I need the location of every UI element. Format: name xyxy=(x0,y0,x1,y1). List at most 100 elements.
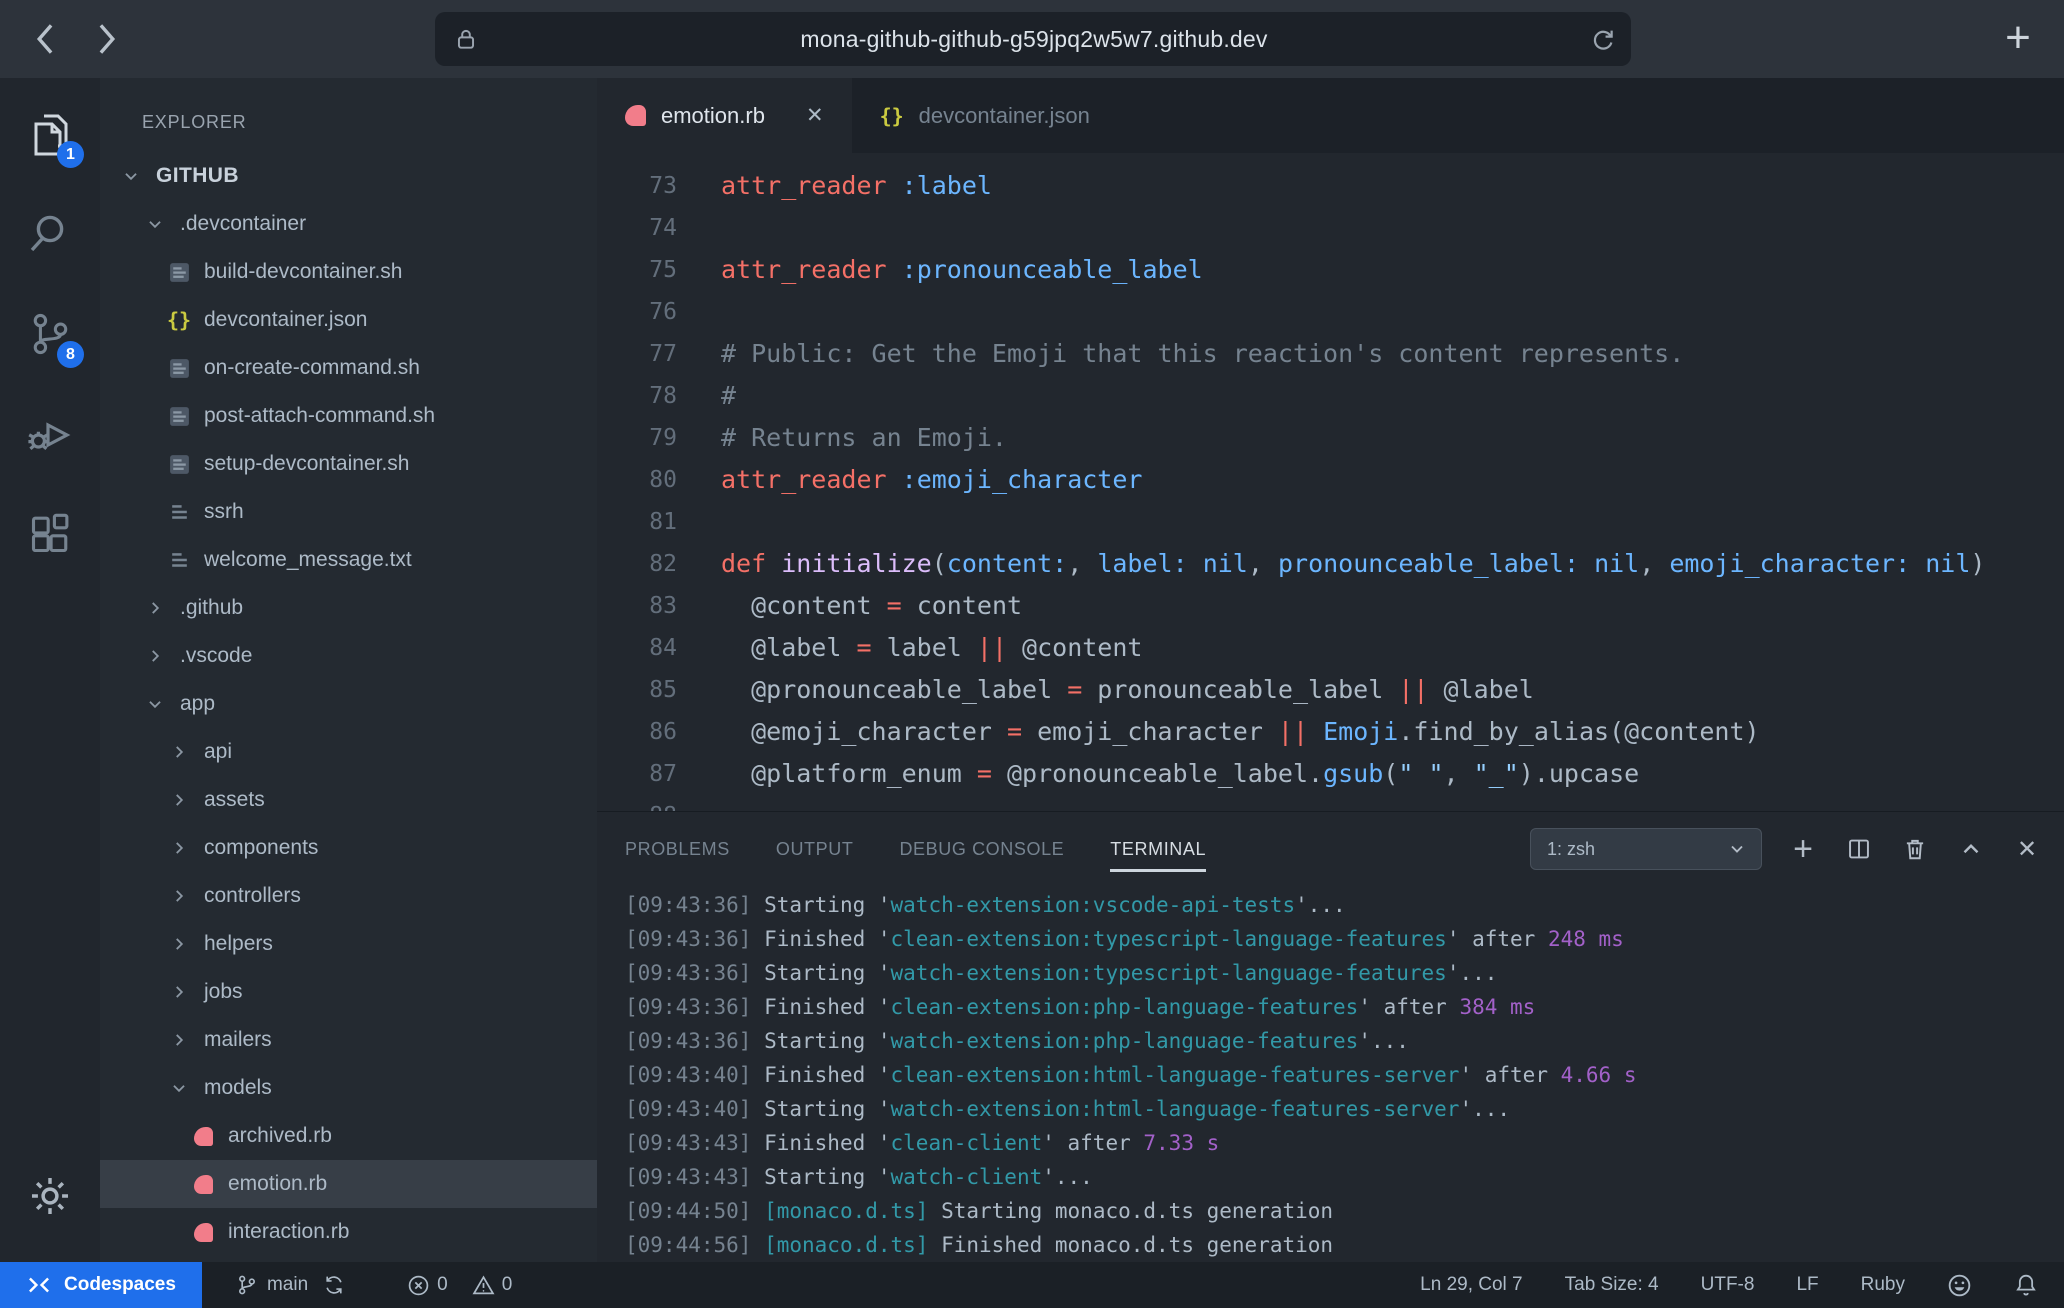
search-icon xyxy=(26,210,74,258)
split-terminal-button[interactable] xyxy=(1844,834,1874,864)
gear-icon xyxy=(27,1173,73,1219)
line-number: 79 xyxy=(597,417,677,459)
problems-indicator[interactable]: 0 0 xyxy=(407,1274,512,1297)
encoding-indicator[interactable]: UTF-8 xyxy=(1701,1274,1755,1296)
error-count: 0 xyxy=(437,1274,448,1296)
eol-indicator[interactable]: LF xyxy=(1796,1274,1818,1296)
extensions-icon xyxy=(28,512,72,556)
tree-item-.devcontainer[interactable]: .devcontainer xyxy=(100,200,597,248)
explorer-sidebar: EXPLORER GITHUB.devcontainerbuild-devcon… xyxy=(100,78,597,1262)
terminal-line: [09:44:56] [monaco.d.ts] Finished monaco… xyxy=(625,1228,2064,1262)
tree-item-models[interactable]: models xyxy=(100,1064,597,1112)
browser-back-button[interactable] xyxy=(26,19,66,59)
editor-tab-devcontainer.json[interactable]: {}devcontainer.json xyxy=(852,78,1118,153)
close-panel-button[interactable]: ✕ xyxy=(2012,834,2042,864)
address-bar[interactable]: mona-github-github-g59jpq2w5w7.github.de… xyxy=(435,12,1631,66)
cursor-position[interactable]: Ln 29, Col 7 xyxy=(1420,1274,1522,1296)
ruby-file-icon xyxy=(194,1223,213,1242)
panel-tab-problems[interactable]: PROBLEMS xyxy=(625,812,730,886)
chevron-right-icon xyxy=(166,979,192,1005)
terminal-line: [09:43:36] Finished 'clean-extension:typ… xyxy=(625,922,2064,956)
remote-label: Codespaces xyxy=(64,1274,176,1296)
tree-item-setup-devcontainer.sh[interactable]: setup-devcontainer.sh xyxy=(100,440,597,488)
ruby-file-icon xyxy=(194,1127,213,1146)
feedback-smiley-icon[interactable] xyxy=(1947,1273,1972,1298)
tree-item-api[interactable]: api xyxy=(100,728,597,776)
terminal-line: [09:43:43] Starting 'watch-client'... xyxy=(625,1160,2064,1194)
tree-item-interaction.rb[interactable]: interaction.rb xyxy=(100,1208,597,1256)
terminal-shell-select[interactable]: 1: zsh xyxy=(1530,828,1762,870)
tree-item-components[interactable]: components xyxy=(100,824,597,872)
tree-item-archived.rb[interactable]: archived.rb xyxy=(100,1112,597,1160)
line-number: 87 xyxy=(597,753,677,795)
tree-item-on-create-command.sh[interactable]: on-create-command.sh xyxy=(100,344,597,392)
code-line-76: 76 xyxy=(597,291,2064,333)
panel-tab-debug-console[interactable]: DEBUG CONSOLE xyxy=(899,812,1064,886)
chevron-right-icon xyxy=(166,883,192,909)
run-debug-view-button[interactable] xyxy=(0,384,100,484)
tree-item-devcontainer.json[interactable]: {}devcontainer.json xyxy=(100,296,597,344)
tree-item-post-attach-command.sh[interactable]: post-attach-command.sh xyxy=(100,392,597,440)
chevron-down-icon xyxy=(166,1075,192,1101)
code-line-75: 75attr_reader :pronounceable_label xyxy=(597,249,2064,291)
source-control-view-button[interactable]: 8 xyxy=(0,284,100,384)
code-line-80: 80attr_reader :emoji_character xyxy=(597,459,2064,501)
panel-tab-output[interactable]: OUTPUT xyxy=(776,812,854,886)
branch-indicator[interactable]: main xyxy=(236,1274,345,1296)
panel-header: PROBLEMS OUTPUT DEBUG CONSOLE TERMINAL 1: z… xyxy=(597,812,2064,886)
tree-item-app[interactable]: app xyxy=(100,680,597,728)
git-branch-icon xyxy=(236,1274,258,1296)
bottom-panel: PROBLEMS OUTPUT DEBUG CONSOLE TERMINAL 1: z… xyxy=(597,811,2064,1262)
tree-item-ssrh[interactable]: ssrh xyxy=(100,488,597,536)
terminal-line: [09:43:36] Starting 'watch-extension:typ… xyxy=(625,956,2064,990)
tree-item-jobs[interactable]: jobs xyxy=(100,968,597,1016)
tree-item-controllers[interactable]: controllers xyxy=(100,872,597,920)
maximize-panel-button[interactable] xyxy=(1956,834,1986,864)
tree-item-.github[interactable]: .github xyxy=(100,584,597,632)
tree-item-mailers[interactable]: mailers xyxy=(100,1016,597,1064)
code-line-85: 85 @pronounceable_label = pronounceable_… xyxy=(597,669,2064,711)
code-editor[interactable]: 73attr_reader :label7475attr_reader :pro… xyxy=(597,153,2064,811)
browser-forward-button[interactable] xyxy=(86,19,126,59)
search-view-button[interactable] xyxy=(0,184,100,284)
new-terminal-button[interactable]: + xyxy=(1788,834,1818,864)
line-number: 75 xyxy=(597,249,677,291)
new-tab-button[interactable]: + xyxy=(1994,14,2042,62)
chevron-right-icon xyxy=(166,931,192,957)
shell-file-icon xyxy=(168,453,191,476)
refresh-icon[interactable] xyxy=(1589,25,1617,53)
tree-item-assets[interactable]: assets xyxy=(100,776,597,824)
remote-icon xyxy=(26,1274,52,1296)
sync-icon[interactable] xyxy=(323,1274,345,1296)
line-number: 88 xyxy=(597,795,677,811)
extensions-view-button[interactable] xyxy=(0,484,100,584)
tree-item-emotion.rb[interactable]: emotion.rb xyxy=(100,1160,597,1208)
settings-button[interactable] xyxy=(0,1146,100,1246)
line-number: 76 xyxy=(597,291,677,333)
notifications-bell-icon[interactable] xyxy=(2014,1273,2038,1297)
tree-item-GITHUB[interactable]: GITHUB xyxy=(100,152,597,200)
panel-tab-terminal[interactable]: TERMINAL xyxy=(1110,812,1206,886)
close-tab-icon[interactable]: ✕ xyxy=(806,103,824,128)
tree-item-welcome_message.txt[interactable]: welcome_message.txt xyxy=(100,536,597,584)
terminal-line: [09:43:40] Starting 'watch-extension:htm… xyxy=(625,1092,2064,1126)
chevron-down-icon xyxy=(142,691,168,717)
terminal-output[interactable]: [09:43:36] Starting 'watch-extension:vsc… xyxy=(597,886,2064,1262)
code-line-74: 74 xyxy=(597,207,2064,249)
scm-badge: 8 xyxy=(57,341,84,368)
tree-item-.vscode[interactable]: .vscode xyxy=(100,632,597,680)
remote-indicator[interactable]: Codespaces xyxy=(0,1262,202,1308)
tree-item-helpers[interactable]: helpers xyxy=(100,920,597,968)
tab-size-indicator[interactable]: Tab Size: 4 xyxy=(1565,1274,1659,1296)
explorer-view-button[interactable]: 1 xyxy=(0,84,100,184)
language-mode[interactable]: Ruby xyxy=(1861,1274,1905,1296)
code-line-79: 79# Returns an Emoji. xyxy=(597,417,2064,459)
ruby-file-icon xyxy=(625,105,646,126)
kill-terminal-button[interactable] xyxy=(1900,834,1930,864)
editor-tab-emotion.rb[interactable]: emotion.rb✕ xyxy=(597,78,852,153)
explorer-badge: 1 xyxy=(57,141,84,168)
chevron-down-icon xyxy=(1727,839,1747,859)
tree-item-build-devcontainer.sh[interactable]: build-devcontainer.sh xyxy=(100,248,597,296)
shell-file-icon xyxy=(168,405,191,428)
text-file-icon xyxy=(168,501,191,524)
